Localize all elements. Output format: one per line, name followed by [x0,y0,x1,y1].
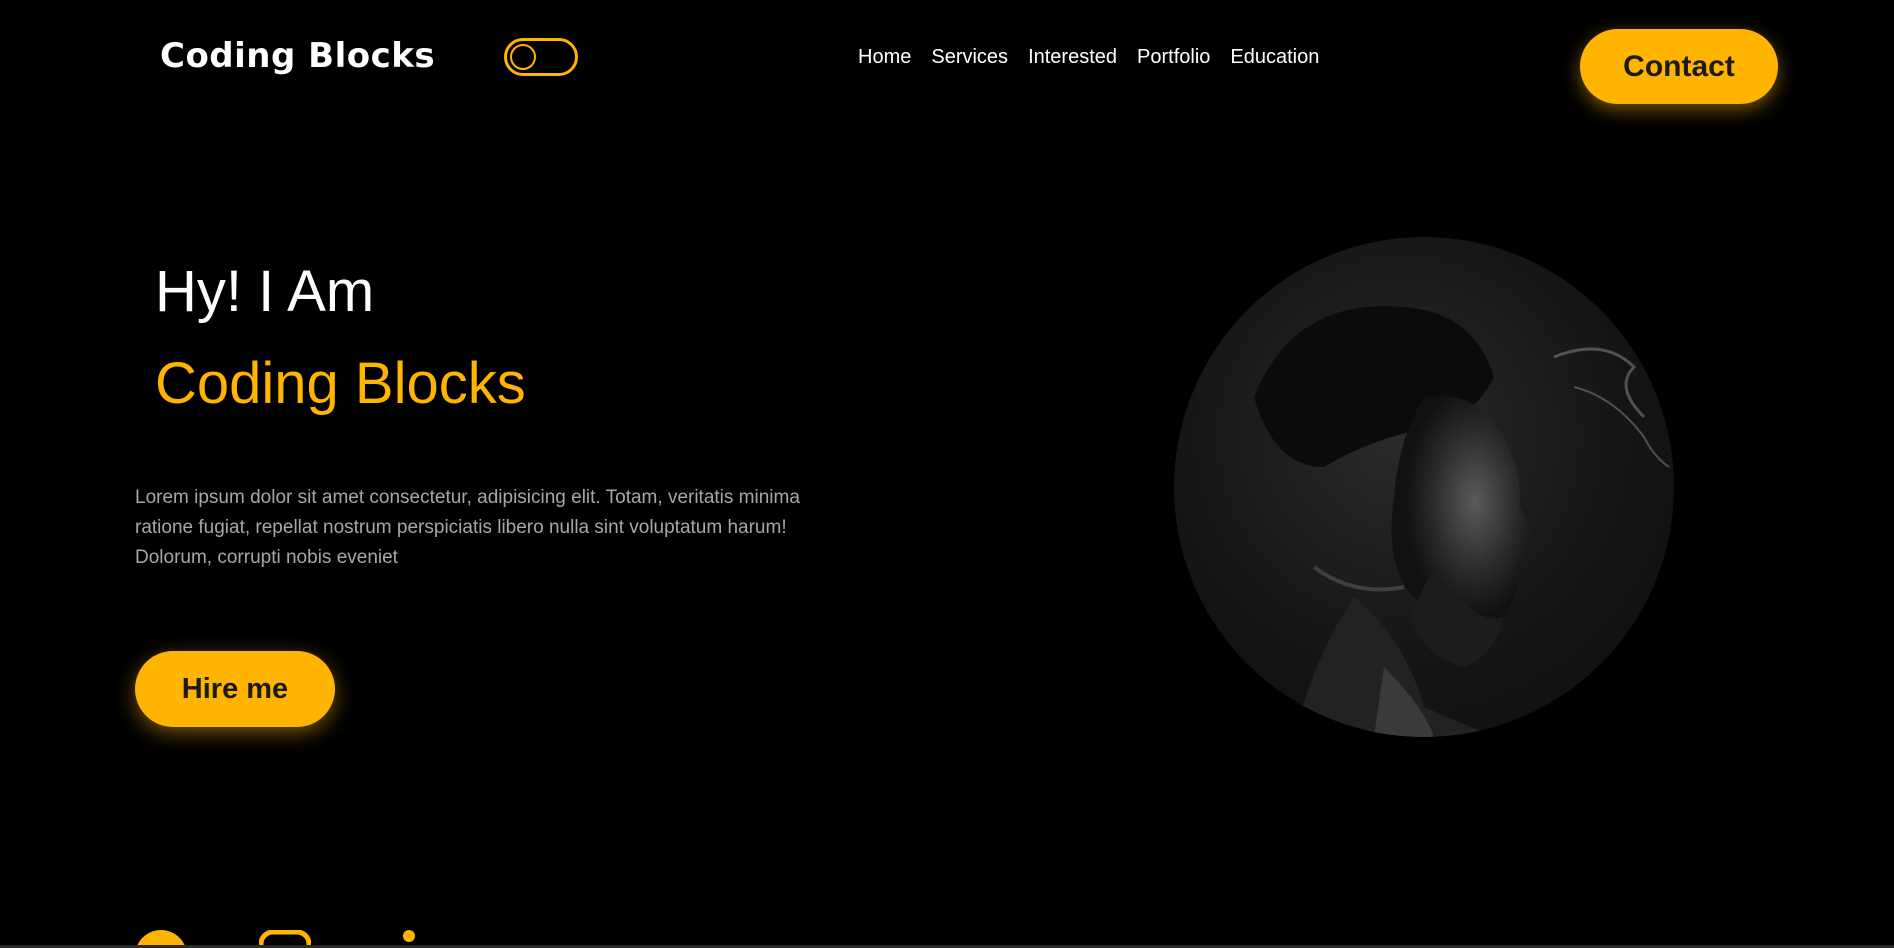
portrait-illustration [1254,306,1670,737]
nav-interested[interactable]: Interested [1028,46,1117,69]
profile-photo [1174,237,1674,737]
hire-me-button[interactable]: Hire me [135,651,335,727]
hero-greeting: Hy! I Am [155,259,375,324]
brand-logo[interactable]: Coding Blocks [160,36,435,76]
toggle-knob [510,44,536,70]
theme-toggle[interactable] [504,38,578,76]
nav-services[interactable]: Services [931,46,1008,69]
nav-education[interactable]: Education [1230,46,1319,69]
nav-portfolio[interactable]: Portfolio [1137,46,1210,69]
contact-button[interactable]: Contact [1580,29,1778,104]
hero-description: Lorem ipsum dolor sit amet consectetur, … [135,487,800,568]
nav-home[interactable]: Home [858,46,911,69]
hero-name: Coding Blocks [155,351,526,416]
page: Coding Blocks Home Services Interested P… [0,0,1894,948]
main-nav: Home Services Interested Portfolio Educa… [858,46,1319,69]
